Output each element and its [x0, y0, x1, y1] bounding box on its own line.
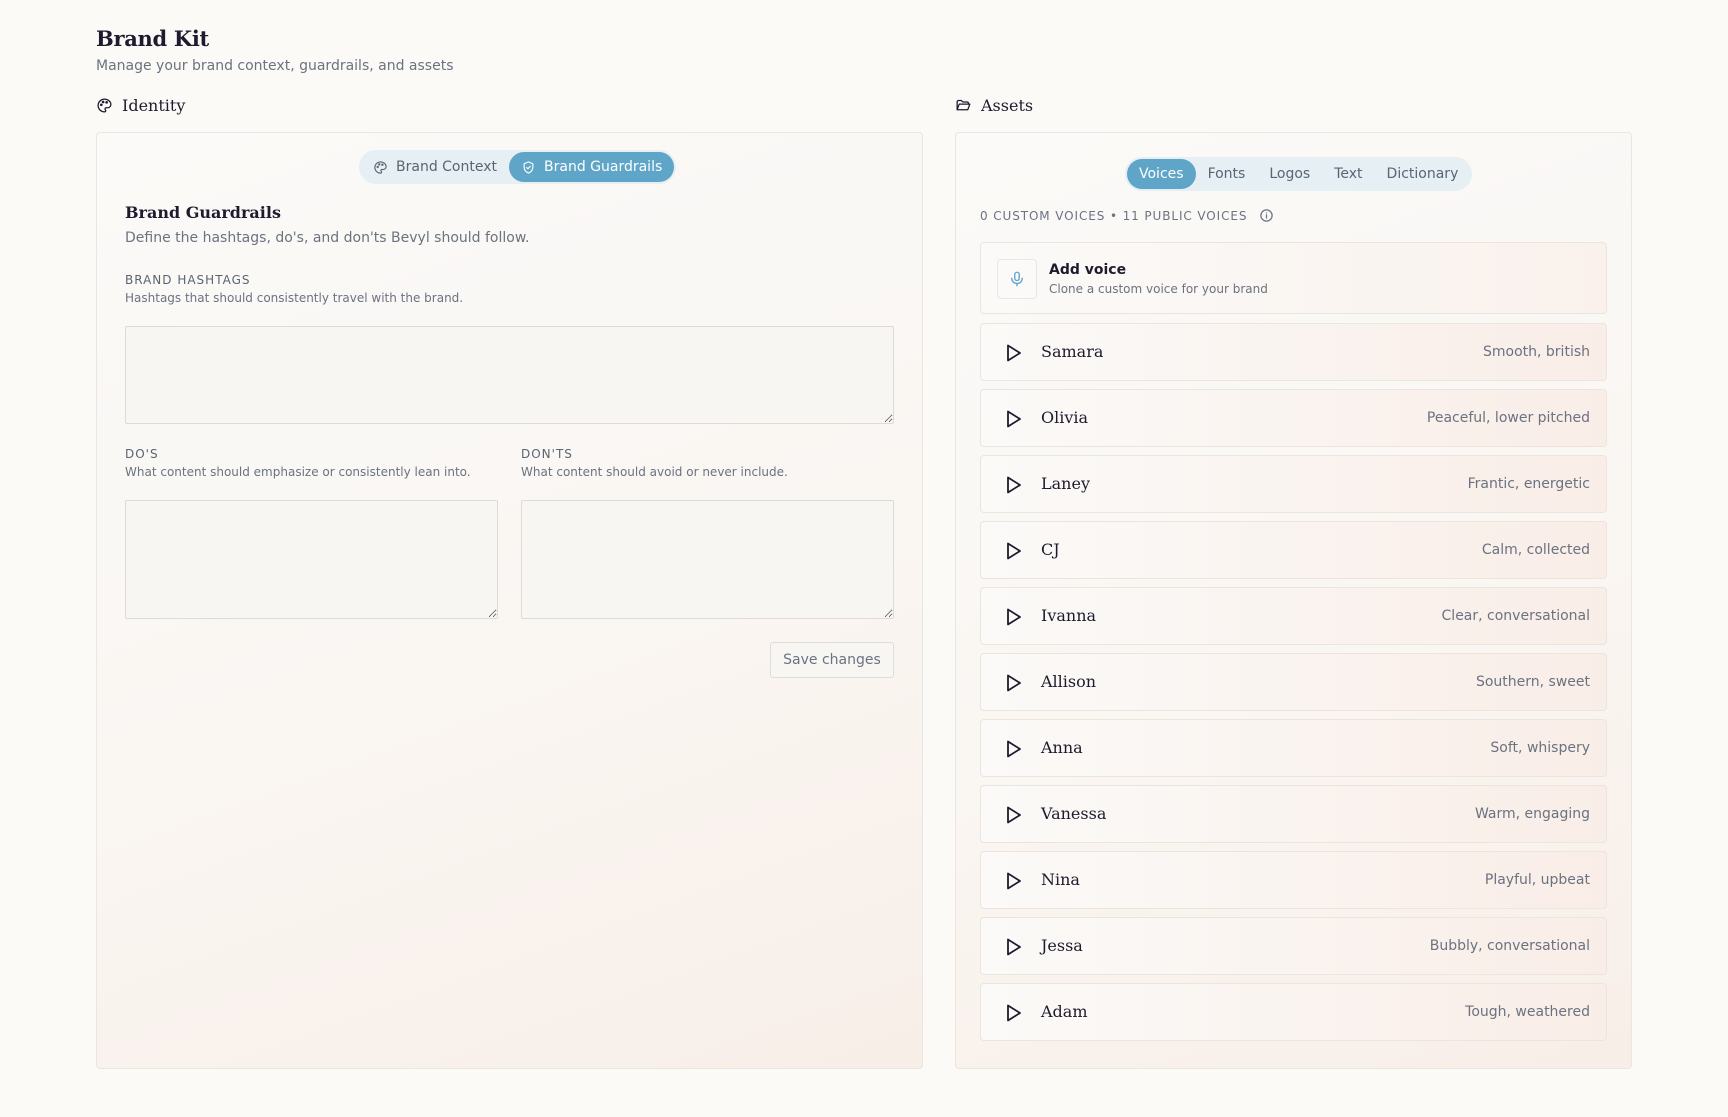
play-icon[interactable] — [1005, 343, 1023, 363]
assets-section-title: Assets — [981, 96, 1034, 115]
assets-tabs: Voices Fonts Logos Text Dictionary — [1125, 157, 1473, 191]
toggle-brand-context[interactable]: Brand Context — [361, 152, 509, 182]
voice-description: Bubbly, conversational — [1429, 938, 1590, 954]
voice-row[interactable]: Laney Frantic, energetic — [980, 455, 1607, 513]
tab-fonts[interactable]: Fonts — [1196, 159, 1258, 189]
donts-label: DON'TS — [521, 447, 573, 461]
folder-open-icon — [956, 99, 971, 111]
play-icon[interactable] — [1005, 937, 1023, 957]
identity-section-title: Identity — [122, 96, 186, 115]
voices-count-text: 0 CUSTOM VOICES • 11 PUBLIC VOICES — [980, 208, 1248, 223]
donts-textarea[interactable] — [521, 500, 894, 619]
hashtags-textarea[interactable] — [125, 326, 894, 424]
identity-toggle: Brand Context Brand Guardrails — [359, 150, 677, 184]
toggle-brand-guardrails[interactable]: Brand Guardrails — [509, 152, 675, 182]
tab-voices[interactable]: Voices — [1127, 159, 1196, 189]
voice-description: Smooth, british — [1483, 344, 1590, 360]
voice-row[interactable]: Nina Playful, upbeat — [980, 851, 1607, 909]
shield-check-icon — [523, 160, 534, 174]
card-title: Brand Guardrails — [125, 203, 281, 222]
play-icon[interactable] — [1005, 805, 1023, 825]
voice-name: Nina — [1041, 870, 1080, 889]
voice-description: Calm, collected — [1481, 542, 1590, 558]
add-voice-subtitle: Clone a custom voice for your brand — [1049, 282, 1268, 296]
card-description: Define the hashtags, do's, and don'ts Be… — [125, 230, 530, 246]
voice-description: Clear, conversational — [1441, 608, 1590, 624]
dos-label: DO'S — [125, 447, 159, 461]
page-title: Brand Kit — [96, 26, 209, 51]
info-icon[interactable] — [1259, 208, 1274, 223]
play-icon[interactable] — [1005, 475, 1023, 495]
voice-description: Peaceful, lower pitched — [1426, 410, 1590, 426]
voice-name: Jessa — [1041, 936, 1083, 955]
palette-icon — [97, 98, 112, 113]
voice-name: Samara — [1041, 342, 1104, 361]
voice-row[interactable]: Anna Soft, whispery — [980, 719, 1607, 777]
hashtags-label: BRAND HASHTAGS — [125, 273, 251, 287]
voice-row[interactable]: Olivia Peaceful, lower pitched — [980, 389, 1607, 447]
voice-description: Tough, weathered — [1465, 1004, 1590, 1020]
voice-row[interactable]: Samara Smooth, british — [980, 323, 1607, 381]
add-voice-button[interactable]: Add voice Clone a custom voice for your … — [980, 242, 1607, 314]
assets-panel: Voices Fonts Logos Text Dictionary 0 CUS… — [955, 132, 1632, 1069]
voice-name: Allison — [1041, 672, 1097, 691]
donts-help: What content should avoid or never inclu… — [521, 465, 788, 479]
assets-section-header: Assets — [955, 96, 1033, 115]
save-changes-button[interactable]: Save changes — [770, 642, 894, 678]
voice-row[interactable]: Jessa Bubbly, conversational — [980, 917, 1607, 975]
voice-list: Samara Smooth, british Olivia Peaceful, low… — [980, 323, 1607, 1049]
voice-name: Ivanna — [1041, 606, 1097, 625]
add-voice-title: Add voice — [1049, 262, 1127, 278]
play-icon[interactable] — [1005, 673, 1023, 693]
voice-row[interactable]: CJ Calm, collected — [980, 521, 1607, 579]
identity-section-header: Identity — [96, 96, 185, 115]
identity-panel: Brand Context Brand Guardrails Brand Gua… — [96, 132, 923, 1069]
voices-count: 0 CUSTOM VOICES • 11 PUBLIC VOICES — [980, 208, 1274, 223]
page-subtitle: Manage your brand context, guardrails, a… — [96, 58, 454, 74]
voice-description: Playful, upbeat — [1484, 872, 1590, 888]
hashtags-help: Hashtags that should consistently travel… — [125, 291, 464, 305]
play-icon[interactable] — [1005, 409, 1023, 429]
play-icon[interactable] — [1005, 1003, 1023, 1023]
play-icon[interactable] — [1005, 607, 1023, 627]
voice-name: CJ — [1041, 540, 1060, 559]
voice-row[interactable]: Adam Tough, weathered — [980, 983, 1607, 1041]
tab-text[interactable]: Text — [1322, 159, 1374, 189]
palette-icon — [374, 160, 387, 174]
voice-row[interactable]: Ivanna Clear, conversational — [980, 587, 1607, 645]
dos-help: What content should emphasize or consist… — [125, 465, 471, 479]
voice-description: Soft, whispery — [1490, 740, 1590, 756]
tab-dictionary[interactable]: Dictionary — [1375, 159, 1471, 189]
dos-textarea[interactable] — [125, 500, 498, 619]
play-icon[interactable] — [1005, 541, 1023, 561]
microphone-icon-box — [997, 259, 1037, 299]
voice-description: Warm, engaging — [1474, 806, 1590, 822]
toggle-brand-context-label: Brand Context — [396, 159, 497, 175]
voice-row[interactable]: Allison Southern, sweet — [980, 653, 1607, 711]
voice-description: Southern, sweet — [1475, 674, 1590, 690]
voice-name: Vanessa — [1041, 804, 1107, 823]
voice-name: Adam — [1041, 1002, 1088, 1021]
play-icon[interactable] — [1005, 871, 1023, 891]
toggle-brand-guardrails-label: Brand Guardrails — [544, 159, 663, 175]
tab-logos[interactable]: Logos — [1257, 159, 1322, 189]
voice-name: Olivia — [1041, 408, 1089, 427]
voice-name: Anna — [1041, 738, 1083, 757]
play-icon[interactable] — [1005, 739, 1023, 759]
voice-name: Laney — [1041, 474, 1090, 493]
voice-row[interactable]: Vanessa Warm, engaging — [980, 785, 1607, 843]
microphone-icon — [1011, 271, 1023, 287]
voice-description: Frantic, energetic — [1467, 476, 1590, 492]
